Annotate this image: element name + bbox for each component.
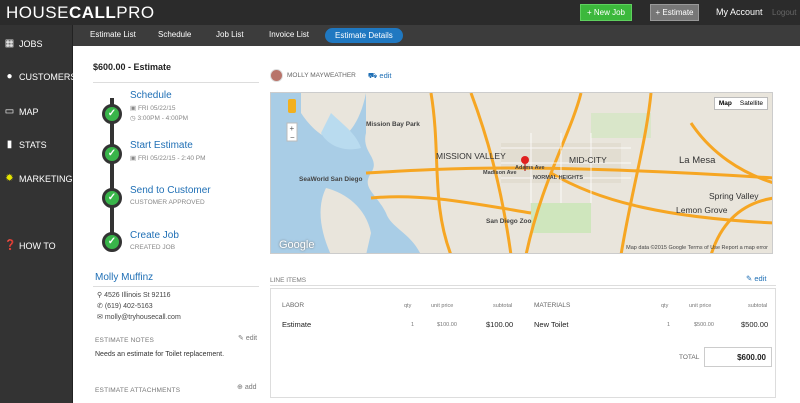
step-schedule-time: ◷ 3:00PM - 4:00PM [130, 115, 189, 122]
notes-edit-button[interactable]: ✎ edit [238, 334, 257, 342]
assigned-employee: MOLLY MAYWEATHER ⛟ edit [270, 69, 392, 82]
step-send-title[interactable]: Send to Customer [130, 185, 211, 196]
step-create-title[interactable]: Create Job [130, 230, 179, 241]
column-header: subtotal [493, 303, 513, 309]
notes-text: Needs an estimate for Toilet replacement… [95, 351, 225, 358]
customer-email: ✉ molly@tryhousecall.com [97, 314, 181, 321]
material-item-subtotal: $500.00 [741, 320, 769, 329]
calendar-icon: ▦ [4, 38, 15, 49]
column-header: unit price [431, 303, 454, 309]
notes-label: ESTIMATE NOTES [95, 337, 155, 344]
column-header: subtotal [748, 303, 768, 309]
tab-job-list[interactable]: Job List [216, 30, 244, 39]
total-value: $600.00 [704, 347, 772, 367]
step-create-status: CREATED JOB [130, 244, 176, 251]
map-footer[interactable]: Map data ©2015 Google Terms of Use Repor… [626, 245, 768, 251]
estimate-title: $600.00 - Estimate [93, 62, 172, 72]
labor-item-price: $100.00 [437, 322, 457, 328]
tab-schedule[interactable]: Schedule [158, 30, 191, 39]
map-label: La Mesa [679, 155, 716, 166]
svg-text:+: + [290, 124, 295, 133]
tab-invoice-list[interactable]: Invoice List [269, 30, 309, 39]
check-icon: ✓ [102, 104, 122, 124]
sidebar-item-stats[interactable]: ▮ STATS [4, 139, 47, 150]
divider [270, 285, 776, 286]
map-label: Spring Valley [709, 191, 759, 201]
step-start-title[interactable]: Start Estimate [130, 140, 193, 151]
column-header: qty [404, 303, 412, 309]
labor-item-name: Estimate [282, 320, 312, 329]
sub-nav: Estimate List Schedule Job List Invoice … [73, 25, 800, 46]
sidebar-item-map[interactable]: ▭ MAP [4, 106, 39, 117]
divider [93, 82, 259, 83]
attachments-add-button[interactable]: ⊕ add [237, 383, 257, 391]
step-schedule-date: ▣ FRI 05/22/15 [130, 105, 176, 112]
check-icon: ✓ [102, 232, 122, 252]
map-image: + − [271, 93, 772, 253]
map-type-map-button[interactable]: Map [715, 98, 736, 109]
map-label: SeaWorld San Diego [299, 176, 363, 183]
step-start-date: ▣ FRI 05/22/15 - 2:40 PM [130, 155, 206, 162]
check-icon: ✓ [102, 188, 122, 208]
gear-icon: ✹ [5, 173, 14, 184]
line-items-edit-button[interactable]: ✎ edit [746, 274, 766, 283]
logo[interactable]: HOUSECALLPRO [6, 3, 155, 23]
material-item-name: New Toilet [534, 320, 569, 329]
check-icon: ✓ [102, 144, 122, 164]
new-estimate-button[interactable]: + Estimate [650, 4, 699, 21]
material-item-price: $500.00 [694, 322, 714, 328]
map-label: Madison Ave [483, 170, 517, 176]
svg-text:−: − [290, 133, 295, 142]
map-type-control: Map Satellite [713, 97, 768, 110]
location-map[interactable]: + − MISSION VALLEY MID-CITY La Mesa Lemo… [270, 92, 773, 254]
logout-link[interactable]: Logout [772, 8, 796, 17]
column-header: unit price [689, 303, 712, 309]
my-account-link[interactable]: My Account [716, 7, 763, 17]
map-label: San Diego Zoo [486, 218, 532, 225]
labor-item-subtotal: $100.00 [486, 320, 514, 329]
bar-chart-icon: ▮ [6, 139, 13, 150]
map-type-satellite-button[interactable]: Satellite [736, 98, 767, 109]
tab-estimate-details[interactable]: Estimate Details [325, 28, 403, 43]
new-job-button[interactable]: + New Job [580, 4, 632, 21]
owner-edit-button[interactable]: ⛟ edit [368, 71, 392, 81]
material-item-qty: 1 [667, 322, 671, 328]
map-label: Adams Ave [515, 165, 545, 171]
sidebar-item-how-to[interactable]: ❓ HOW TO [4, 240, 56, 251]
avatar [270, 69, 283, 82]
map-label: MID-CITY [569, 155, 607, 165]
sidebar-item-jobs[interactable]: ▦ JOBS [4, 38, 43, 49]
map-label: Lemon Grove [676, 205, 728, 215]
person-icon: ● [6, 71, 13, 82]
labor-item-qty: 1 [411, 322, 415, 328]
estimate-panel: $600.00 - Estimate [93, 62, 259, 72]
help-icon: ❓ [4, 240, 17, 251]
top-bar: HOUSECALLPRO + New Job + Estimate My Acc… [0, 0, 800, 25]
sidebar: ▦ JOBS ● CUSTOMERS ▭ MAP ▮ STATS ✹ MARKETING … [0, 25, 76, 403]
map-label: NORMAL HEIGHTS [533, 175, 584, 181]
step-schedule-title[interactable]: Schedule [130, 90, 172, 101]
labor-header: LABOR [282, 302, 305, 309]
line-items-label: LINE ITEMS [270, 277, 307, 284]
map-label: Mission Bay Park [366, 121, 420, 128]
sidebar-item-marketing[interactable]: ✹ MARKETING [4, 173, 72, 184]
attachments-label: ESTIMATE ATTACHMENTS [95, 387, 181, 394]
materials-header: MATERIALS [534, 302, 571, 309]
pegman-icon [288, 99, 296, 113]
sidebar-item-customers[interactable]: ● CUSTOMERS [4, 71, 76, 82]
tab-estimate-list[interactable]: Estimate List [90, 30, 136, 39]
google-logo: Google [279, 239, 315, 251]
customer-name[interactable]: Molly Muffinz [95, 272, 153, 283]
step-send-status: CUSTOMER APPROVED [130, 199, 205, 206]
customer-address: ⚲ 4526 Illinois St 92116 [97, 292, 171, 299]
main-content: $600.00 - Estimate ✓ Schedule ▣ FRI 05/2… [73, 46, 800, 403]
total-label: TOTAL [679, 354, 700, 361]
customer-phone: ✆ (619) 402-5163 [97, 303, 153, 310]
divider [93, 286, 259, 287]
map-icon: ▭ [4, 106, 15, 117]
map-label: MISSION VALLEY [436, 151, 506, 161]
column-header: qty [661, 303, 669, 309]
location-pin-icon [521, 156, 529, 164]
